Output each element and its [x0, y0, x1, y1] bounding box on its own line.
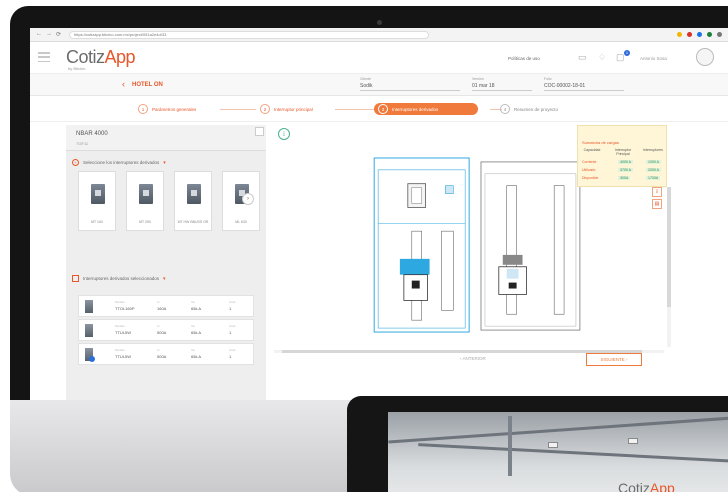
bell-icon[interactable]: ♢ — [598, 52, 606, 63]
expand-button[interactable] — [255, 127, 264, 136]
selected-breakers-list: Modelo TTOL160P In 160A Icu 65k A Cant. 1 Mo… — [78, 295, 254, 367]
breaker-card[interactable]: MT 250 — [126, 171, 164, 231]
select-breakers-header[interactable]: + Seleccione los interruptores derivados… — [72, 159, 166, 166]
summary-title: Sumatoria de cargas — [582, 140, 619, 145]
panel-section — [480, 161, 581, 331]
table-row[interactable]: Modelo TTUL5W In 500A Icu 65k A Cant. 1 — [78, 343, 254, 365]
breaker-thumbnail — [85, 348, 95, 362]
browser-toolbar: ← → ⟳ https://cotizapp.bticino.com.mx/pr… — [30, 28, 728, 42]
logo[interactable]: CotizApp — [66, 47, 136, 68]
breaker-thumbnail — [85, 300, 93, 313]
menu-icon[interactable] — [717, 32, 722, 37]
load-summary: Sumatoria de cargas Capacidad Interrupto… — [577, 125, 667, 187]
hamburger-icon[interactable] — [38, 52, 50, 62]
model-name: NBAR 4000 — [76, 131, 108, 137]
step-branch-breakers[interactable]: 3 Interruptores derivados — [374, 103, 479, 115]
app-header: CotizApp by Bticino Políticas de uso ▭ ♢… — [30, 42, 728, 74]
extension-icon[interactable] — [687, 32, 692, 37]
address-bar[interactable]: https://cotizapp.bticino.com.mx/project/… — [69, 30, 430, 39]
monitor-screen: ← → ⟳ https://cotizapp.bticino.com.mx/pr… — [30, 28, 728, 400]
carousel-next-icon[interactable]: › — [242, 193, 254, 205]
branch-breaker-selected — [399, 258, 430, 275]
previous-button[interactable]: ‹ ANTERIOR — [460, 356, 486, 361]
breaker-card[interactable]: MT 160 — [78, 171, 116, 231]
scene: ← → ⟳ https://cotizapp.bticino.com.mx/pr… — [0, 0, 728, 492]
back-icon[interactable]: ← — [36, 31, 42, 38]
breaker-cards: MT 160 MT 250 MT HW BBUSS OR ML 630 — [78, 171, 266, 233]
step-connector — [220, 109, 256, 110]
breaker-image — [139, 184, 153, 204]
project-name: HOTEL ON — [132, 82, 163, 88]
info-icon[interactable]: i — [278, 128, 290, 140]
step-general-parameters[interactable]: 1 Parámetros generales — [138, 103, 196, 115]
tablet-screen — [388, 412, 728, 492]
step-project-summary[interactable]: 4 Resumen de proyecto — [500, 103, 558, 115]
vertical-scrollbar[interactable] — [667, 187, 671, 347]
model-header: NBAR 4000 TGF11 — [66, 125, 266, 151]
breaker-thumbnail — [85, 324, 93, 337]
client-field[interactable]: Cliente Sodik — [360, 77, 460, 91]
avatar[interactable] — [696, 48, 714, 66]
model-code: TGF11 — [76, 141, 89, 146]
tablet-logo: CotizApp — [618, 480, 675, 492]
plus-circle-icon: + — [72, 159, 79, 166]
calculator-icon[interactable]: ▭ — [578, 52, 587, 63]
step-connector — [335, 109, 375, 110]
project-bar: ‹ HOTEL ON Cliente Sodik Versión 01 mar … — [30, 74, 728, 96]
table-row[interactable]: Modelo TTUL5W In 500A Icu 65k A Cant. 1 — [78, 319, 254, 341]
chevron-down-icon: ▾ — [163, 275, 166, 282]
usage-policy-link[interactable]: Políticas de uso — [508, 56, 540, 61]
version-field[interactable]: Versión 01 mar 18 — [472, 77, 532, 91]
extension-icon[interactable] — [677, 32, 682, 37]
step-main-breaker[interactable]: 2 Interruptor principal — [260, 103, 313, 115]
indicator-square — [445, 185, 454, 194]
extension-icon[interactable] — [697, 32, 702, 37]
breaker-card[interactable]: ML 630 — [222, 171, 260, 231]
breaker-image — [187, 184, 201, 204]
folio-field: Folio COC-00002-18-01 — [544, 77, 624, 91]
stepper: 1 Parámetros generales 2 Interruptor princ… — [30, 96, 728, 122]
forward-icon[interactable]: → — [46, 31, 52, 38]
notification-badge: 1 — [624, 50, 630, 56]
logo-subtitle: by Bticino — [68, 66, 86, 71]
left-panel: NBAR 4000 TGF11 + Seleccione los interru… — [66, 125, 266, 400]
chevron-left-icon[interactable]: ‹ — [122, 79, 125, 89]
breaker-image — [91, 184, 105, 204]
breaker-card[interactable]: MT HW BBUSS OR — [174, 171, 212, 231]
reload-icon[interactable]: ⟳ — [56, 31, 61, 38]
side-tools: ⇩ ▤ — [652, 187, 664, 211]
list-icon — [72, 275, 79, 282]
camera — [377, 20, 382, 25]
chevron-down-icon: ▾ — [163, 159, 166, 166]
extension-icon[interactable] — [707, 32, 712, 37]
table-row[interactable]: Modelo TTOL160P In 160A Icu 65k A Cant. 1 — [78, 295, 254, 317]
export-icon[interactable]: ▤ — [652, 199, 662, 209]
extension-icons — [677, 32, 722, 37]
next-button[interactable]: SIGUIENTE › — [586, 353, 642, 366]
selected-breakers-header[interactable]: Interruptores derivados seleccionados ▾ — [72, 275, 166, 282]
pdf-icon[interactable]: ⇩ — [652, 187, 662, 197]
user-name[interactable]: Antonio Sosa — [640, 56, 667, 61]
